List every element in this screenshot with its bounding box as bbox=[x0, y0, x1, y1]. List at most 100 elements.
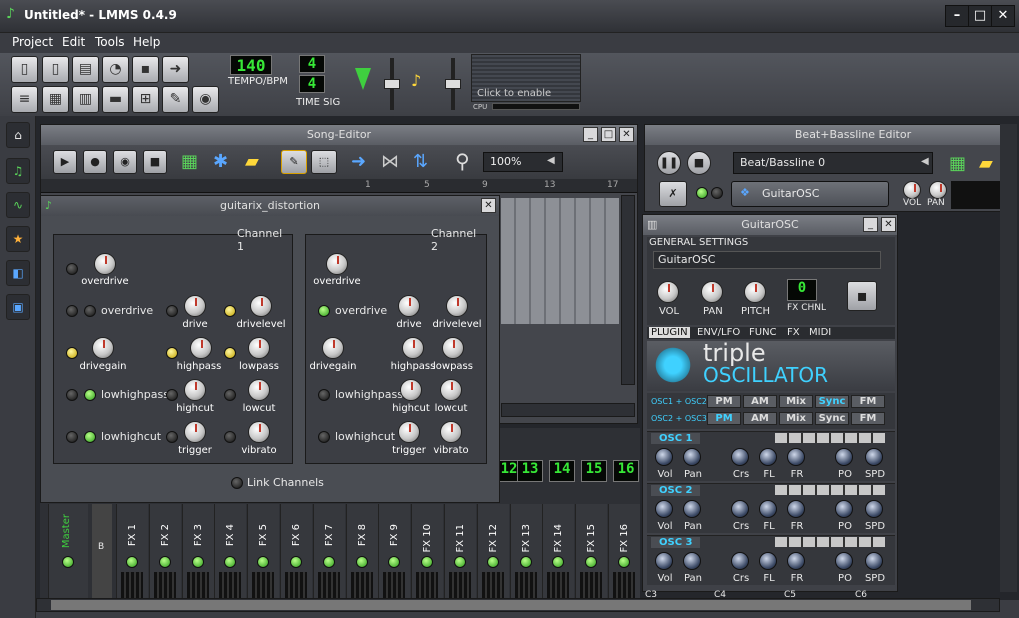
mod-button[interactable]: Mix bbox=[779, 395, 813, 408]
mixer-channel[interactable]: FX 11 bbox=[444, 504, 476, 600]
menu-project[interactable]: Project bbox=[7, 35, 58, 49]
instrument-name-input[interactable]: GuitarOSC bbox=[653, 251, 881, 269]
osc-knob[interactable] bbox=[655, 552, 673, 570]
bb-pattern-dropdown-icon[interactable]: ◀ bbox=[921, 156, 929, 167]
master-volume-handle[interactable] bbox=[384, 79, 400, 89]
controller-rack-icon[interactable]: ◉ bbox=[192, 86, 219, 113]
mixer-channel-mute-led[interactable] bbox=[191, 556, 204, 568]
osc-knob[interactable] bbox=[731, 448, 749, 466]
bb-pattern-select[interactable]: Beat/Bassline 0 bbox=[733, 152, 933, 174]
ch1-highpass-led[interactable] bbox=[166, 347, 178, 359]
stop-icon[interactable]: ■ bbox=[143, 150, 167, 174]
mixer-channel[interactable]: FX 16 bbox=[608, 504, 640, 600]
save-project-icon[interactable]: ▪ bbox=[132, 56, 159, 83]
ch1-drivelevel-led[interactable] bbox=[224, 305, 236, 317]
ch1-trigger-led[interactable] bbox=[166, 431, 178, 443]
mixer-channel[interactable]: FX 10 bbox=[411, 504, 444, 600]
master-pitch-handle[interactable] bbox=[445, 79, 461, 89]
ch1-highcut-led[interactable] bbox=[166, 389, 178, 401]
tab-func[interactable]: FUNC bbox=[749, 327, 777, 338]
ch2-lowhighpass-led[interactable] bbox=[318, 389, 330, 401]
add-beat-icon[interactable]: ▦ bbox=[949, 153, 966, 174]
ch1-drive-knob[interactable] bbox=[184, 295, 206, 317]
beat-bassline-editor-icon[interactable]: ▦ bbox=[42, 86, 69, 113]
mixer-channel-mute-led[interactable] bbox=[290, 556, 302, 568]
ch1-highpass-knob[interactable] bbox=[190, 337, 212, 359]
ch2-highpass-knob[interactable] bbox=[402, 337, 424, 359]
add-sample-track-icon[interactable]: ✱ bbox=[213, 151, 228, 172]
mixer-channel[interactable]: FX 5 bbox=[247, 504, 280, 600]
mod-button[interactable]: PM bbox=[707, 395, 741, 408]
track-solo-led[interactable] bbox=[711, 187, 723, 199]
mixer-channel-mute-led[interactable] bbox=[388, 556, 401, 568]
ch2-drivelevel-knob[interactable] bbox=[446, 295, 468, 317]
ch2-vibrato-knob[interactable] bbox=[440, 421, 462, 443]
mixer-channel[interactable]: FX 8 bbox=[345, 504, 378, 600]
osc-knob[interactable] bbox=[683, 448, 701, 466]
mixer-channel-mute-led[interactable] bbox=[126, 556, 138, 568]
song-editor-close-button[interactable]: ✕ bbox=[619, 127, 634, 142]
oscilloscope[interactable]: Click to enable bbox=[471, 54, 581, 102]
ch1-drivegain-knob[interactable] bbox=[92, 337, 114, 359]
record-icon[interactable]: ● bbox=[83, 150, 107, 174]
bb-play-icon[interactable]: ❚❚ bbox=[657, 151, 681, 175]
record-play-icon[interactable]: ◉ bbox=[113, 150, 137, 174]
osc-knob[interactable] bbox=[759, 448, 777, 466]
time-sig-numerator[interactable]: 4 bbox=[299, 55, 325, 73]
song-editor-icon[interactable]: ≡ bbox=[11, 86, 38, 113]
ch2-lowhighcut-led[interactable] bbox=[318, 431, 330, 443]
mod-button[interactable]: FM bbox=[851, 395, 885, 408]
track-pattern-block[interactable] bbox=[951, 181, 1001, 209]
osc-knob[interactable] bbox=[655, 448, 673, 466]
zoom-dropdown-icon[interactable]: ◀ bbox=[547, 155, 555, 166]
distortion-close-button[interactable]: ✕ bbox=[481, 198, 496, 213]
ch1-lowcut-led[interactable] bbox=[224, 389, 236, 401]
remove-bar-icon[interactable]: ⇅ bbox=[413, 151, 428, 172]
ch1-lowcut-knob[interactable] bbox=[248, 379, 270, 401]
osc-knob[interactable] bbox=[835, 500, 853, 518]
ch1-trigger-knob[interactable] bbox=[184, 421, 206, 443]
ch1-drive-led[interactable] bbox=[166, 305, 178, 317]
ch2-lowcut-knob[interactable] bbox=[440, 379, 462, 401]
my-presets-icon[interactable]: ★ bbox=[6, 226, 30, 252]
osc-knob[interactable] bbox=[731, 552, 749, 570]
osc-knob[interactable] bbox=[731, 500, 749, 518]
ch1-lowhighcut-led-a[interactable] bbox=[66, 431, 78, 443]
mixer-channel-mute-led[interactable] bbox=[486, 556, 499, 568]
mod-button[interactable]: Mix bbox=[779, 412, 813, 425]
maximize-button[interactable]: □ bbox=[968, 5, 992, 27]
osc-knob[interactable] bbox=[787, 552, 805, 570]
track-name-button[interactable]: GuitarOSC bbox=[731, 181, 889, 207]
ch1-highcut-knob[interactable] bbox=[184, 379, 206, 401]
fx-channel-display[interactable]: 0 bbox=[787, 279, 817, 301]
insert-bar-icon[interactable]: ⋈ bbox=[381, 151, 399, 172]
mixer-channel-mute-led[interactable] bbox=[421, 556, 434, 568]
menu-tools[interactable]: Tools bbox=[90, 35, 130, 49]
my-computer-icon[interactable]: ▣ bbox=[6, 294, 30, 320]
track-pan-knob[interactable] bbox=[929, 181, 947, 199]
instrument-vol-knob[interactable] bbox=[657, 281, 679, 303]
mixer-channel[interactable]: FX 14 bbox=[542, 504, 575, 600]
osc-knob[interactable] bbox=[835, 552, 853, 570]
menu-help[interactable]: Help bbox=[128, 35, 165, 49]
mixer-channel-mute-led[interactable] bbox=[257, 556, 270, 568]
song-editor-vscroll[interactable] bbox=[621, 195, 635, 385]
osc-knob[interactable] bbox=[787, 448, 805, 466]
osc-knob[interactable] bbox=[865, 500, 883, 518]
ch2-lowpass-knob[interactable] bbox=[442, 337, 464, 359]
track-volume-knob[interactable] bbox=[903, 181, 921, 199]
ch1-overdrive-led-b[interactable] bbox=[84, 305, 96, 317]
move-icon[interactable]: ➜ bbox=[351, 151, 366, 172]
root-directory-icon[interactable]: ⌂ bbox=[6, 122, 30, 148]
mod-button[interactable]: Sync bbox=[815, 395, 849, 408]
mixer-channel[interactable]: FX 9 bbox=[378, 504, 411, 600]
osc-knob[interactable] bbox=[683, 552, 701, 570]
mixer-channel[interactable]: FX 13 bbox=[509, 504, 542, 600]
mixer-channel-mute-led[interactable] bbox=[519, 556, 532, 568]
mod-button[interactable]: AM bbox=[743, 412, 777, 425]
main-hscroll[interactable] bbox=[36, 598, 1000, 612]
osc-knob[interactable] bbox=[865, 448, 883, 466]
play-icon[interactable]: ▶ bbox=[53, 150, 77, 174]
osc-knob[interactable] bbox=[759, 552, 777, 570]
mod-button[interactable]: PM bbox=[707, 412, 741, 425]
